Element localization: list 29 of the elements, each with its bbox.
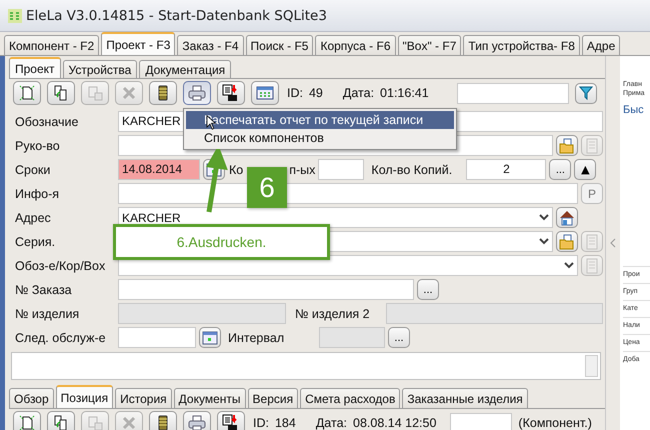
field-label: п-ых [289,162,316,176]
id-value: 184 [274,416,296,430]
field-label: Обоз-е/Кор/Box [14,258,106,272]
step-badge: 6 [247,167,287,208]
field-label: Адрес [14,210,52,224]
id-label: ID: [287,86,303,100]
date-value: 08.08.14 12:50 [353,416,436,430]
date-label: Дата: [316,416,347,430]
date-value: 01:16:41 [380,86,429,100]
window-title: EleLa V3.0.14815 - Start-Datenbank SQLite3 [26,8,327,24]
field-label: № изделия 2 [294,306,371,320]
id-value: 49 [308,86,323,100]
panel-heading: Быс [623,104,645,116]
field-label: Интервал [227,330,286,344]
field-label: Обозначие [14,114,80,128]
field-label: Инфо-я [14,186,60,200]
field-label: След. обслуж-е [14,330,107,344]
field-label: Сроки [14,162,52,176]
date-label: Дата: [342,86,374,100]
field-label: № Заказа [14,282,73,296]
callout-caption: 6.Ausdrucken. [113,224,330,260]
field-label: № изделия [14,306,80,320]
field-label: Руко-во [14,138,61,152]
field-label: Ко [229,162,244,176]
field-label: Серия. [14,234,56,248]
id-label: ID: [253,416,269,430]
component-label: (Компонент.) [518,416,592,430]
copies-label: Кол-во Копий. [370,162,454,176]
combo-value: KARCHER [122,210,181,224]
